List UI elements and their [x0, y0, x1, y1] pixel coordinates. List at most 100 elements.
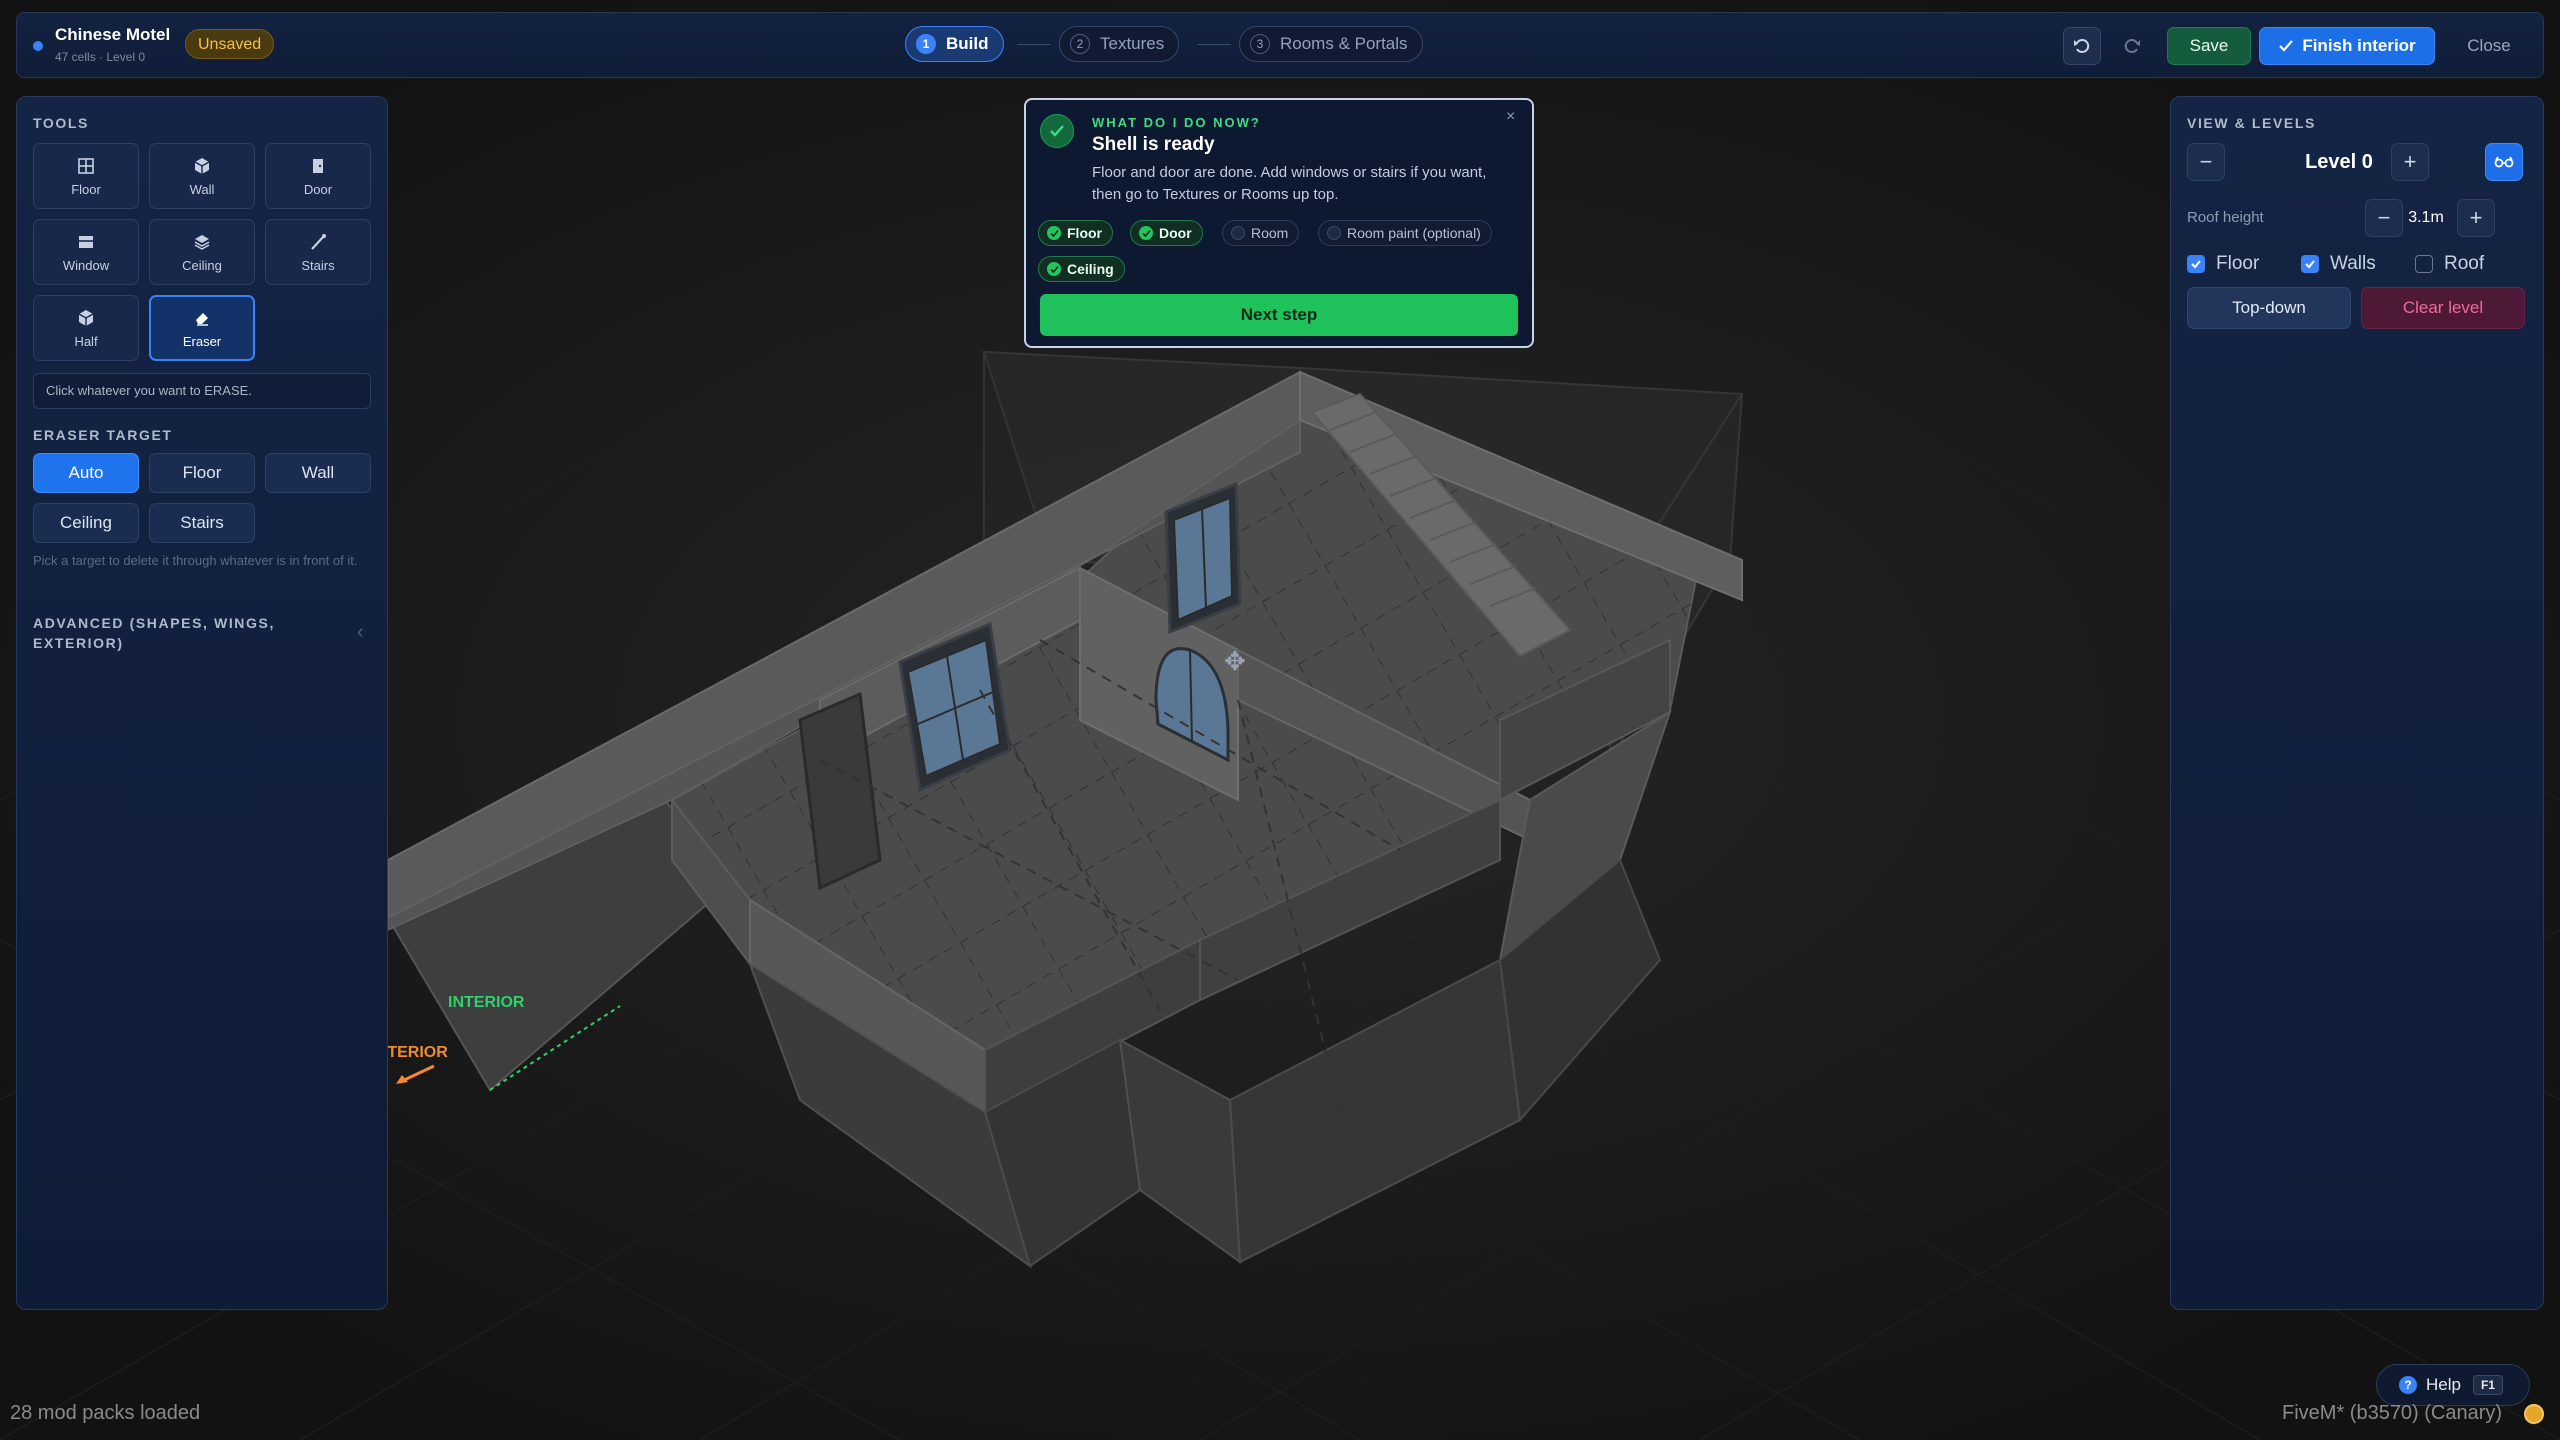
tool-eraser-button[interactable]: Eraser	[149, 295, 255, 361]
toggle-label: Walls	[2330, 253, 2376, 274]
checkbox-checked-icon[interactable]	[2187, 255, 2205, 273]
tool-ceiling-button[interactable]: Ceiling	[149, 219, 255, 285]
clear-level-button[interactable]: Clear level	[2361, 287, 2525, 329]
toggle-floor[interactable]: Floor	[2187, 253, 2259, 275]
step-connector	[1017, 44, 1051, 45]
glasses-icon	[2494, 156, 2514, 168]
guide-card: WHAT DO I DO NOW? Shell is ready Floor a…	[1024, 98, 1534, 348]
grid-icon	[77, 156, 95, 176]
step-connector	[1197, 44, 1231, 45]
step-build[interactable]: 1 Build	[905, 26, 1004, 62]
save-button[interactable]: Save	[2167, 27, 2251, 65]
tools-title: TOOLS	[33, 115, 89, 131]
status-dot	[33, 41, 43, 51]
help-button[interactable]: ? Help F1	[2376, 1364, 2530, 1406]
tool-door-button[interactable]: Door	[265, 143, 371, 209]
checklist-label: Ceiling	[1067, 261, 1114, 277]
step-label: Textures	[1100, 34, 1165, 53]
eraser-icon	[193, 308, 211, 328]
view-levels-title: VIEW & LEVELS	[2187, 115, 2316, 131]
check-icon	[1047, 262, 1061, 276]
redo-button[interactable]	[2113, 27, 2151, 65]
eraser-target-auto[interactable]: Auto	[33, 453, 139, 493]
checkbox-checked-icon[interactable]	[2301, 255, 2319, 273]
pending-dot-icon	[1327, 226, 1341, 240]
help-shortcut-key: F1	[2472, 1375, 2503, 1395]
build-info: FiveM* (b3570) (Canary)	[2282, 1402, 2503, 1424]
checklist-item-room-paint: Room paint (optional)	[1318, 220, 1492, 246]
top-down-button[interactable]: Top-down	[2187, 287, 2351, 329]
finish-interior-button[interactable]: Finish interior	[2259, 27, 2435, 65]
cube-icon	[193, 156, 211, 176]
tool-label: Half	[74, 333, 98, 349]
level-down-button[interactable]: −	[2187, 143, 2225, 181]
roof-height-value: 3.1m	[2408, 209, 2444, 226]
roof-height-increase[interactable]: +	[2457, 199, 2495, 237]
checklist-item-floor: Floor	[1038, 220, 1113, 246]
next-step-button[interactable]: Next step	[1040, 294, 1518, 336]
check-icon	[1047, 226, 1061, 240]
checklist-label: Room paint (optional)	[1347, 225, 1481, 241]
tool-wall-button[interactable]: Wall	[149, 143, 255, 209]
undo-button[interactable]	[2063, 27, 2101, 65]
checklist-label: Room	[1251, 225, 1289, 241]
tool-label: Window	[62, 257, 110, 273]
tools-panel: TOOLS Floor Wall Door Window Ceiling Sta…	[16, 96, 388, 1310]
eraser-note: Pick a target to delete it through whate…	[33, 553, 358, 568]
toggle-walls[interactable]: Walls	[2301, 253, 2376, 275]
eraser-target-wall[interactable]: Wall	[265, 453, 371, 493]
checklist-label: Door	[1159, 225, 1192, 241]
checkbox-empty-icon[interactable]	[2415, 255, 2433, 273]
tool-window-button[interactable]: Window	[33, 219, 139, 285]
success-check-icon	[1040, 114, 1074, 148]
check-icon	[2279, 40, 2294, 52]
exterior-arrow	[396, 1064, 435, 1084]
tool-label: Wall	[189, 181, 215, 197]
close-button[interactable]: Close	[2447, 27, 2531, 65]
top-bar: Chinese Motel 47 cells · Level 0 Unsaved…	[16, 12, 2544, 78]
door-icon	[309, 156, 327, 176]
tool-stairs-button[interactable]: Stairs	[265, 219, 371, 285]
level-up-button[interactable]: +	[2391, 143, 2429, 181]
tool-label: Floor	[71, 181, 101, 197]
view-levels-panel: VIEW & LEVELS − Level 0 + Roof height − …	[2170, 96, 2544, 1310]
eraser-target-ceiling[interactable]: Ceiling	[33, 503, 139, 543]
tool-label: Eraser	[182, 333, 222, 349]
toggle-roof[interactable]: Roof	[2415, 253, 2484, 275]
check-icon	[1139, 226, 1153, 240]
help-label: Help	[2426, 1375, 2461, 1394]
tool-floor-button[interactable]: Floor	[33, 143, 139, 209]
current-level: Level 0	[2305, 151, 2373, 173]
guide-description: Floor and door are done. Add windows or …	[1092, 164, 1487, 203]
roof-height-decrease[interactable]: −	[2365, 199, 2403, 237]
eraser-target-title: ERASER TARGET	[33, 427, 173, 443]
advanced-section-toggle[interactable]: ADVANCED (SHAPES, WINGS, EXTERIOR)	[33, 613, 303, 653]
tool-half-button[interactable]: Half	[33, 295, 139, 361]
fivem-logo-icon	[2524, 1404, 2544, 1424]
checklist-item-door: Door	[1130, 220, 1203, 246]
eraser-target-floor[interactable]: Floor	[149, 453, 255, 493]
eraser-target-stairs[interactable]: Stairs	[149, 503, 255, 543]
tool-label: Stairs	[301, 257, 335, 273]
step-textures[interactable]: 2 Textures	[1059, 26, 1180, 62]
tool-label: Ceiling	[182, 257, 222, 273]
view-mode-button[interactable]	[2485, 143, 2523, 181]
checklist-label: Floor	[1067, 225, 1102, 241]
redo-icon	[2124, 39, 2140, 53]
window-icon	[77, 232, 95, 252]
undo-icon	[2074, 39, 2090, 53]
step-number: 1	[916, 34, 936, 54]
tool-label: Door	[303, 181, 333, 197]
step-rooms-portals[interactable]: 3 Rooms & Portals	[1239, 26, 1423, 62]
half-cube-icon	[77, 308, 95, 328]
close-icon[interactable]: ×	[1506, 108, 1515, 126]
stairs-icon	[309, 232, 327, 252]
mod-packs-status: 28 mod packs loaded	[10, 1402, 201, 1424]
guide-title: Shell is ready	[1092, 134, 1215, 155]
step-label: Rooms & Portals	[1280, 34, 1408, 53]
checklist-item-ceiling: Ceiling	[1038, 256, 1125, 282]
pending-dot-icon	[1231, 226, 1245, 240]
roof-height-label: Roof height	[2187, 209, 2264, 226]
tool-hint: Click whatever you want to ERASE.	[33, 373, 371, 409]
chevron-left-icon[interactable]: ‹	[357, 621, 364, 644]
